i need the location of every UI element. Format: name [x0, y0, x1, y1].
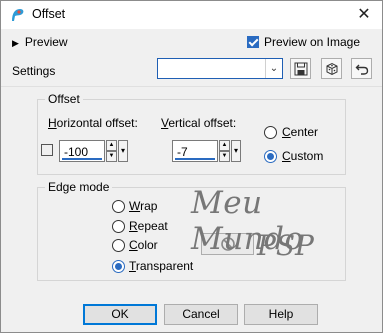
floppy-disk-icon — [294, 62, 307, 75]
vertical-offset-label: Vertical offset: — [161, 116, 237, 130]
horizontal-offset-spinbox: -100 ▲ ▼ ▾ — [59, 140, 129, 162]
settings-label: Settings — [12, 64, 56, 78]
offset-dialog: Offset ✕ ▶ Preview Preview on Image Setti… — [0, 0, 383, 333]
center-radio-label[interactable]: Center — [282, 125, 318, 139]
horizontal-offset-input[interactable]: -100 — [59, 140, 105, 162]
edge-mode-repeat-radio[interactable] — [112, 220, 125, 233]
ok-button[interactable]: OK — [83, 304, 157, 325]
custom-label-rest: ustom — [290, 149, 324, 163]
divider — [1, 86, 382, 87]
edge-mode-repeat-label[interactable]: Repeat — [129, 219, 168, 233]
help-button[interactable]: Help — [244, 304, 318, 325]
vertical-offset-spinbox: -7 ▲ ▼ ▾ — [172, 140, 242, 162]
edge-mode-transparent-radio[interactable] — [112, 260, 125, 273]
horizontal-offset-popout-button[interactable]: ▾ — [118, 140, 128, 162]
vertical-offset-label-rest: ertical offset: — [168, 116, 237, 130]
edge-mode-color-label[interactable]: Color — [129, 238, 158, 252]
vertical-offset-popout-button[interactable]: ▾ — [231, 140, 241, 162]
preview-on-image-label: Preview on Image — [263, 35, 360, 49]
expand-triangle-icon: ▶ — [12, 38, 19, 48]
increment-icon[interactable]: ▲ — [106, 140, 117, 151]
edge-mode-group-label: Edge mode — [45, 180, 113, 194]
preview-on-image-checkbox[interactable]: Preview on Image — [246, 35, 360, 49]
decrement-icon[interactable]: ▼ — [219, 151, 230, 162]
close-button[interactable]: ✕ — [352, 3, 376, 27]
horizontal-offset-label: Horizontal offset: — [48, 116, 138, 130]
center-radio[interactable] — [264, 126, 277, 139]
edge-mode-transparent-label[interactable]: Transparent — [129, 259, 193, 273]
vertical-offset-steppers: ▲ ▼ — [219, 140, 230, 162]
edge-mode-wrap-label[interactable]: Wrap — [129, 199, 157, 213]
preview-label: Preview — [24, 35, 68, 49]
edge-mode-color-radio[interactable] — [112, 239, 125, 252]
preview-row: ▶ Preview Preview on Image — [1, 30, 382, 54]
transparent-label-rest: ransparent — [135, 259, 194, 273]
wrap-label-rest: rap — [140, 199, 158, 213]
window-title: Offset — [32, 7, 66, 21]
undo-arrow-icon — [355, 64, 368, 75]
watermark-line2: PSP — [257, 229, 314, 262]
chevron-down-icon[interactable]: ⌄ — [265, 59, 282, 78]
horizontal-offset-steppers: ▲ ▼ — [106, 140, 117, 162]
vertical-offset-input[interactable]: -7 — [172, 140, 218, 162]
checkbox-checked-icon — [246, 36, 259, 48]
save-preset-button[interactable] — [290, 58, 311, 79]
settings-dropdown[interactable]: ⌄ — [157, 58, 283, 79]
custom-radio[interactable] — [264, 150, 277, 163]
reset-defaults-button[interactable] — [351, 58, 372, 79]
repeat-label-rest: epeat — [137, 219, 168, 233]
dice-icon — [326, 62, 337, 75]
preview-expander[interactable]: ▶ Preview — [12, 35, 68, 49]
offset-group-label: Offset — [45, 92, 83, 106]
title-bar: Offset ✕ — [1, 1, 382, 29]
cancel-button[interactable]: Cancel — [164, 304, 238, 325]
custom-radio-label[interactable]: Custom — [282, 149, 323, 163]
link-offsets-checkbox[interactable] — [41, 144, 53, 156]
edge-mode-wrap-radio[interactable] — [112, 200, 125, 213]
increment-icon[interactable]: ▲ — [219, 140, 230, 151]
decrement-icon[interactable]: ▼ — [106, 151, 117, 162]
center-label-rest: enter — [290, 125, 319, 139]
color-label-rest: olor — [137, 238, 158, 252]
app-icon — [9, 7, 25, 23]
randomize-button[interactable] — [321, 58, 342, 79]
horizontal-offset-label-rest: orizontal offset: — [56, 116, 138, 130]
